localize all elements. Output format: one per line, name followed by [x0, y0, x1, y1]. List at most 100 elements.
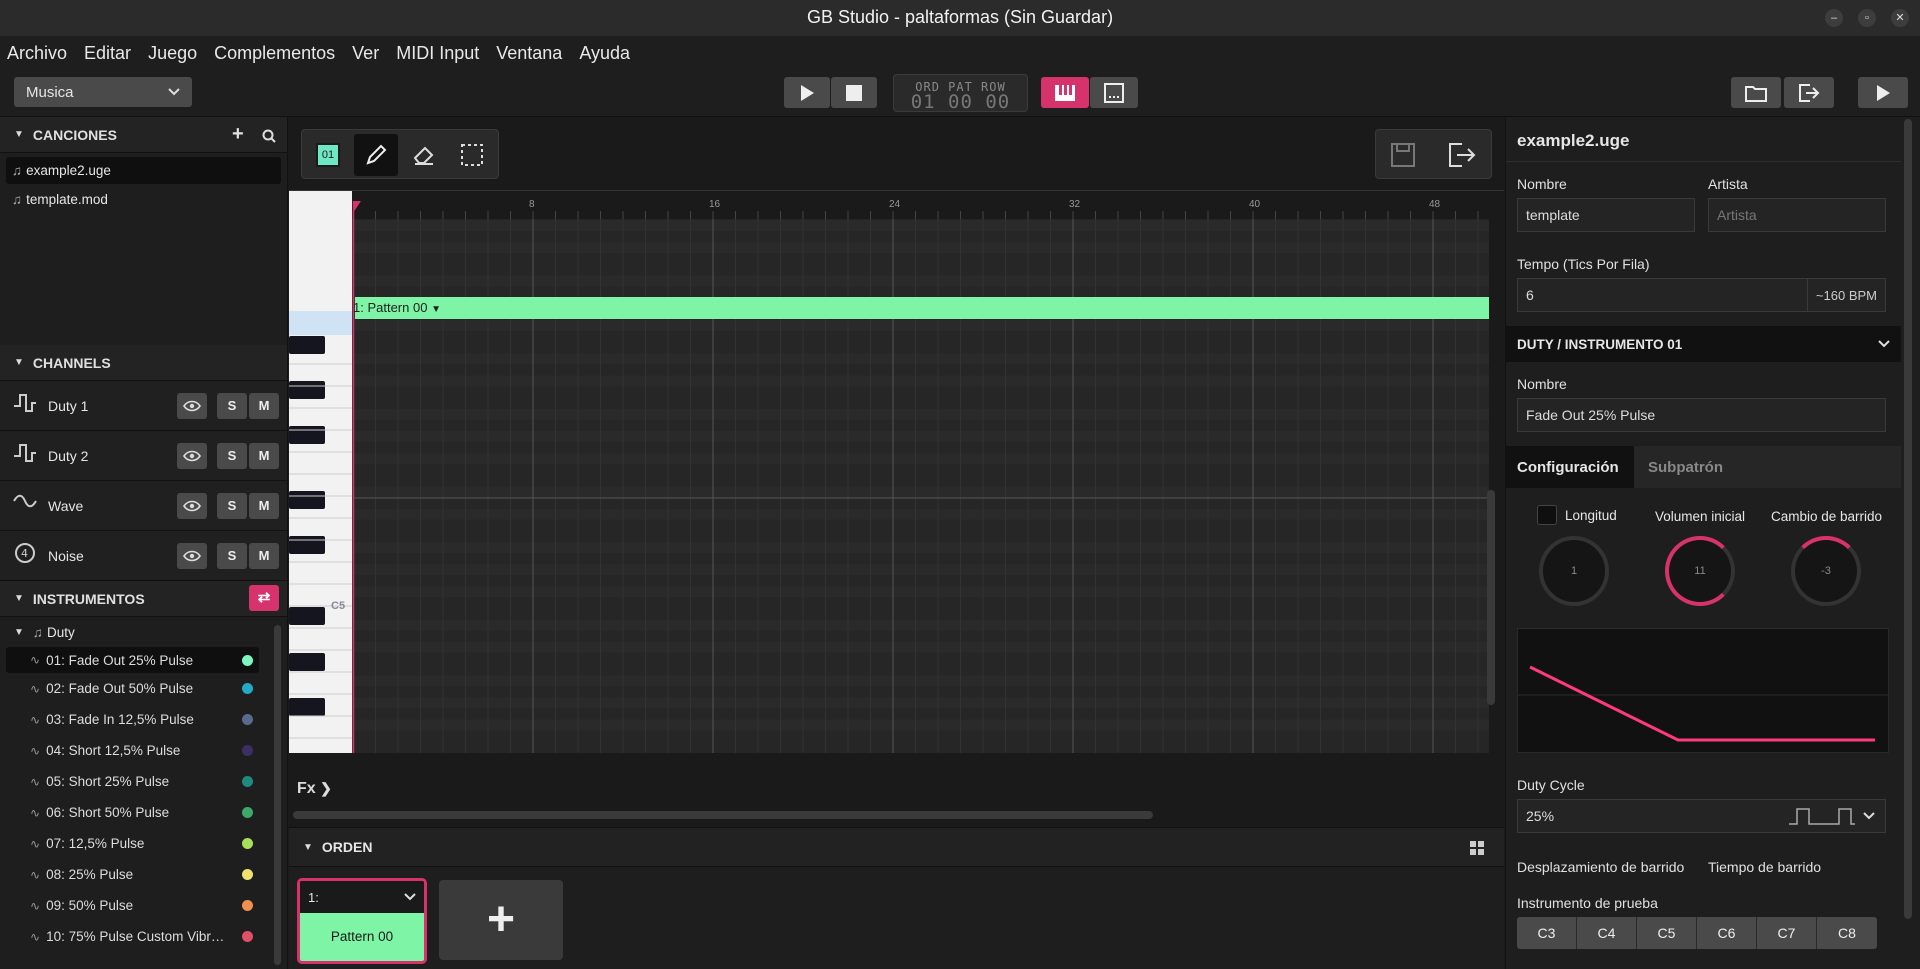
song-name-field[interactable]: template	[1517, 198, 1695, 232]
mute-button[interactable]: M	[249, 392, 279, 419]
instrument-name-field[interactable]: Fade Out 25% Pulse	[1517, 398, 1886, 432]
selected-instrument-chip[interactable]: 01	[307, 135, 349, 175]
minimize-icon[interactable]: –	[1825, 9, 1843, 27]
test-note-c4[interactable]: C4	[1577, 917, 1637, 949]
play-button[interactable]	[784, 77, 830, 108]
instrument-scrollbar[interactable]	[274, 625, 281, 965]
menu-midi-input[interactable]: MIDI Input	[396, 43, 479, 64]
save-button[interactable]	[1390, 142, 1416, 173]
test-note-c7[interactable]: C7	[1757, 917, 1817, 949]
search-icon[interactable]	[262, 129, 276, 143]
music-note-icon: ♫	[32, 624, 44, 640]
eraser-tool[interactable]	[402, 134, 446, 176]
instrument-item[interactable]: ∿ 10: 75% Pulse Custom Vibr…	[0, 921, 287, 952]
tracker-view-button[interactable]	[1090, 77, 1138, 108]
maximize-icon[interactable]: ▫	[1858, 9, 1876, 27]
instrument-item[interactable]: ∿ 03: Fade In 12,5% Pulse	[0, 704, 287, 735]
grid-row	[353, 464, 1489, 476]
instrument-item[interactable]: ∿ 05: Short 25% Pulse	[0, 766, 287, 797]
channel-row[interactable]: Wave S M	[0, 481, 287, 531]
properties-scrollbar[interactable]	[1904, 119, 1912, 919]
swap-icon[interactable]: ⇄	[249, 585, 279, 611]
instrument-tabs: Configuración Subpatrón	[1506, 446, 1901, 488]
test-note-c8[interactable]: C8	[1817, 917, 1877, 949]
menu-ver[interactable]: Ver	[352, 43, 379, 64]
wave-icon: ∿	[30, 743, 41, 758]
solo-button[interactable]: S	[217, 542, 247, 569]
tab-subpatron[interactable]: Subpatrón	[1634, 446, 1723, 488]
export-song-button[interactable]	[1448, 142, 1476, 173]
volume-knob[interactable]: 11	[1665, 536, 1735, 606]
length-knob[interactable]: 1	[1539, 536, 1609, 606]
channel-row[interactable]: 4 Noise S M	[0, 531, 287, 581]
grid-row	[353, 253, 1489, 265]
sweep-knob[interactable]: -3	[1791, 536, 1861, 606]
volume-label: Volumen inicial	[1655, 509, 1746, 524]
test-note-c6[interactable]: C6	[1697, 917, 1757, 949]
menu-archivo[interactable]: Archivo	[7, 43, 67, 64]
artist-field[interactable]: Artista	[1708, 198, 1886, 232]
instrument-header[interactable]: DUTY / INSTRUMENTO 01	[1506, 326, 1901, 362]
open-folder-button[interactable]	[1731, 77, 1781, 108]
menu-juego[interactable]: Juego	[148, 43, 197, 64]
test-note-c5[interactable]: C5	[1637, 917, 1697, 949]
add-icon[interactable]: +	[232, 123, 244, 146]
order-header[interactable]: ▼ ORDEN	[289, 828, 1504, 867]
duty-cycle-select[interactable]: 25%	[1517, 799, 1886, 833]
pattern-bar-label[interactable]: 1: Pattern 00 ▼	[353, 296, 441, 320]
channel-row[interactable]: Duty 2 S M	[0, 431, 287, 481]
stop-icon	[846, 84, 862, 101]
song-item[interactable]: ♫ template.mod	[6, 184, 281, 215]
pencil-tool[interactable]	[354, 134, 398, 176]
piano-roll-grid[interactable]: 8 16 24 32 40 48	[289, 191, 1489, 753]
instrument-item[interactable]: ∿ 04: Short 12,5% Pulse	[0, 735, 287, 766]
solo-button[interactable]: S	[217, 442, 247, 469]
menu-complementos[interactable]: Complementos	[214, 43, 335, 64]
visibility-toggle[interactable]	[177, 392, 207, 419]
tempo-field[interactable]: 6 ~160 BPM	[1517, 278, 1886, 312]
menu-editar[interactable]: Editar	[84, 43, 131, 64]
visibility-toggle[interactable]	[177, 542, 207, 569]
test-note-c3[interactable]: C3	[1517, 917, 1577, 949]
close-icon[interactable]: ✕	[1891, 9, 1909, 27]
instrument-item[interactable]: ∿ 06: Short 50% Pulse	[0, 797, 287, 828]
run-game-button[interactable]	[1858, 77, 1908, 108]
horizontal-scrollbar[interactable]	[293, 811, 1153, 819]
channel-row[interactable]: Duty 1 S M	[0, 381, 287, 431]
select-tool[interactable]	[450, 134, 494, 176]
piano-roll-view-button[interactable]	[1041, 77, 1089, 108]
length-checkbox[interactable]	[1537, 505, 1557, 525]
visibility-toggle[interactable]	[177, 492, 207, 519]
instrument-item[interactable]: ∿ 07: 12,5% Pulse	[0, 828, 287, 859]
order-pattern-name[interactable]: Pattern 00	[300, 913, 424, 961]
solo-button[interactable]: S	[217, 392, 247, 419]
instrument-color-swatch	[242, 745, 253, 756]
instrument-group-duty[interactable]: ▼ ♫ Duty	[0, 617, 287, 647]
mute-button[interactable]: M	[249, 492, 279, 519]
section-select[interactable]: Musica	[14, 77, 192, 107]
mute-button[interactable]: M	[249, 542, 279, 569]
add-pattern-button[interactable]: +	[439, 880, 563, 960]
visibility-toggle[interactable]	[177, 442, 207, 469]
tab-configuracion[interactable]: Configuración	[1506, 446, 1634, 488]
menu-ayuda[interactable]: Ayuda	[579, 43, 630, 64]
instruments-header[interactable]: ▼ INSTRUMENTOS ⇄	[0, 581, 287, 617]
instrument-item[interactable]: ∿ 02: Fade Out 50% Pulse	[0, 673, 287, 704]
export-button[interactable]	[1784, 77, 1834, 108]
grid-icon[interactable]	[1469, 840, 1485, 856]
stop-button[interactable]	[831, 77, 877, 108]
channels-header[interactable]: ▼ CHANNELS	[0, 345, 287, 381]
order-slot-header[interactable]: 1:	[300, 881, 424, 913]
songs-header[interactable]: ▼ CANCIONES +	[0, 117, 287, 153]
instrument-item[interactable]: ∿ 08: 25% Pulse	[0, 859, 287, 890]
instrument-item[interactable]: ∿ 09: 50% Pulse	[0, 890, 287, 921]
fx-icon[interactable]: Fx ❯	[297, 780, 332, 798]
grid-row	[353, 342, 1489, 354]
menu-ventana[interactable]: Ventana	[496, 43, 562, 64]
song-item[interactable]: ♫ example2.uge	[6, 157, 281, 184]
order-slot[interactable]: 1: Pattern 00	[297, 878, 427, 964]
mute-button[interactable]: M	[249, 442, 279, 469]
instrument-item[interactable]: ∿ 01: Fade Out 25% Pulse	[6, 647, 259, 673]
solo-button[interactable]: S	[217, 492, 247, 519]
vertical-scrollbar[interactable]	[1487, 490, 1495, 705]
